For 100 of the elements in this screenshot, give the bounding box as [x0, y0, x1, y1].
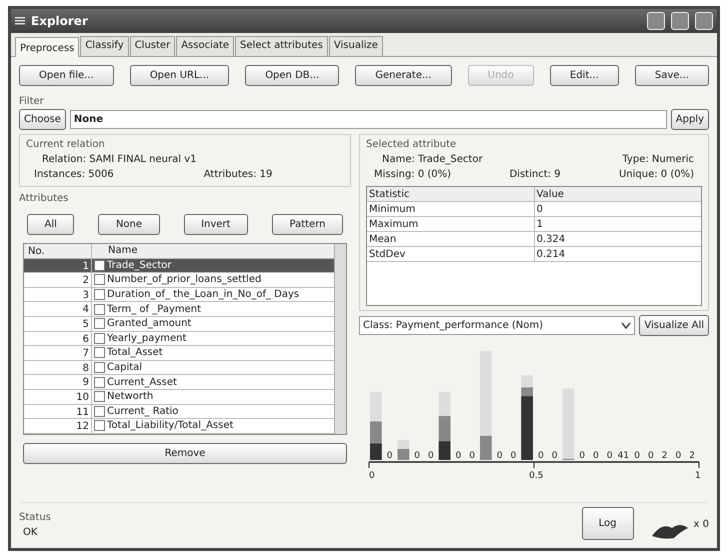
checkbox[interactable] [94, 420, 105, 432]
table-row[interactable]: 2 Number_of_prior_loans_settled [24, 273, 334, 288]
tab[interactable]: Associate [176, 36, 234, 56]
table-row[interactable]: 5 Granted_amount [24, 316, 334, 332]
distinct-text: Distinct: 9 [509, 168, 561, 182]
visualize-all-button[interactable]: Visualize All [639, 315, 709, 336]
filter-field[interactable]: None [70, 110, 667, 129]
table-row[interactable]: 4 Term_ of _Payment [24, 302, 334, 317]
checkbox[interactable] [94, 347, 105, 358]
checkbox[interactable] [94, 362, 105, 374]
table-row[interactable]: 1 Trade_Sector [24, 258, 334, 274]
checkbox[interactable] [94, 260, 105, 271]
toolbar-button[interactable]: Open file... [19, 65, 114, 86]
table-row[interactable]: 7 Total_Asset [24, 346, 334, 361]
panel-title: Attributes [19, 192, 70, 206]
bar-label: 0 [386, 451, 392, 461]
table-row[interactable]: 12 Total_Liability/Total_Asset [24, 419, 334, 434]
column-header: Statistic [368, 188, 411, 202]
checkbox[interactable] [94, 376, 105, 388]
table-cell-text: Mean [368, 232, 398, 246]
row-number: 11 [24, 404, 92, 418]
checkbox[interactable] [94, 318, 105, 330]
bar-label: 41 [618, 451, 630, 461]
column-header: Name [107, 244, 138, 258]
bar-label: 0 [606, 451, 612, 461]
attribute-button[interactable]: None [98, 214, 160, 235]
chevron-icon [621, 322, 632, 330]
row-number: 1 [24, 258, 92, 272]
table-row[interactable]: 8 Capital [24, 360, 334, 376]
bar-label: 0 [676, 451, 682, 461]
histogram-bar [398, 440, 410, 460]
checkbox[interactable] [94, 332, 105, 344]
bar-label: 0 [469, 451, 475, 461]
apply-button[interactable]: Apply [670, 109, 709, 130]
log-button[interactable]: Log [582, 507, 634, 540]
checkbox[interactable] [94, 391, 105, 402]
tab[interactable]: Classify [80, 36, 129, 56]
table-cell: 0.324 [534, 232, 701, 246]
tab[interactable]: Visualize [328, 36, 383, 56]
table-cell-text: Maximum [368, 218, 420, 232]
bar-label: 0 [634, 451, 640, 461]
checkbox[interactable] [94, 289, 105, 300]
attribute-name: Current_ Ratio [107, 404, 178, 419]
attribute-name: Trade_Sector [107, 258, 172, 273]
menu-icon[interactable] [15, 16, 25, 26]
bar-label: 0 [456, 451, 462, 461]
bar-label: 0 [510, 451, 516, 461]
type-text: Type: Numeric [622, 153, 694, 167]
column-header: No. [24, 244, 92, 258]
tab[interactable]: Select attributes [235, 36, 328, 56]
table-row[interactable]: 10 Networth [24, 390, 334, 405]
tick-label: 0 [369, 471, 375, 481]
row-number: 5 [24, 316, 92, 331]
table-row[interactable]: 11 Current_ Ratio [24, 404, 334, 420]
tab[interactable]: Cluster [130, 36, 176, 56]
maximize-button[interactable] [671, 12, 689, 30]
tab[interactable]: Preprocess [15, 37, 80, 57]
toolbar-button[interactable]: Generate... [355, 65, 452, 86]
attribute-name: Term_ of _Payment [107, 302, 202, 317]
table-cell: 0 [534, 202, 701, 216]
checkbox[interactable] [94, 274, 105, 286]
checkbox[interactable] [94, 406, 105, 417]
table-cell: 0.214 [534, 246, 701, 262]
bar-label: 0 [496, 451, 502, 461]
attribute-button[interactable]: All [27, 214, 74, 235]
row-number: 4 [24, 302, 92, 316]
column-header: Value [534, 186, 701, 202]
toolbar-button[interactable]: Open DB... [245, 65, 340, 86]
table-cell-text: StdDev [368, 248, 406, 262]
toolbar-button[interactable]: Edit... [550, 65, 619, 86]
table-row[interactable]: 6 Yearly_payment [24, 332, 334, 346]
tick-label: 0.5 [529, 471, 544, 481]
attribute-button[interactable]: Invert [184, 214, 248, 235]
toolbar-button[interactable]: Save... [634, 65, 710, 86]
table-cell-text: Minimum [368, 202, 416, 216]
close-button[interactable] [695, 12, 713, 30]
name-text: Name: Trade_Sector [382, 153, 483, 167]
unique-text: Unique: 0 (0%) [618, 168, 694, 182]
toolbar-button[interactable]: Open URL... [130, 65, 230, 86]
scrollbar[interactable] [334, 244, 346, 434]
remove-button[interactable]: Remove [23, 442, 347, 464]
choose-button[interactable]: Choose [19, 109, 66, 130]
table-row[interactable]: 3 Duration_of_ the_Loan_in_No_of_ Days [24, 288, 334, 302]
histogram-bar [562, 388, 574, 460]
table-row[interactable]: 9 Current_Asset [24, 375, 334, 390]
panel-title: Current relation [26, 138, 106, 152]
class-dropdown[interactable]: Class: Payment_performance (Nom) [359, 316, 636, 335]
bar-label: 2 [689, 451, 695, 461]
minimize-button[interactable] [647, 12, 665, 30]
missing-text: Missing: 0 (0%) [374, 168, 452, 182]
attribute-name: Networth [107, 390, 154, 404]
relation-text: Relation: SAMI FINAL neural v1 [41, 153, 198, 167]
checkbox[interactable] [94, 304, 105, 315]
attribute-name: Total_Liability/Total_Asset [107, 419, 234, 434]
filter-label: Filter [19, 95, 45, 109]
attribute-button[interactable]: Pattern [272, 214, 343, 235]
status-label: Status [19, 511, 52, 525]
tick-label: 1 [695, 471, 701, 481]
attributes-count: Attributes: 19 [204, 168, 272, 182]
row-number: 9 [24, 375, 92, 389]
